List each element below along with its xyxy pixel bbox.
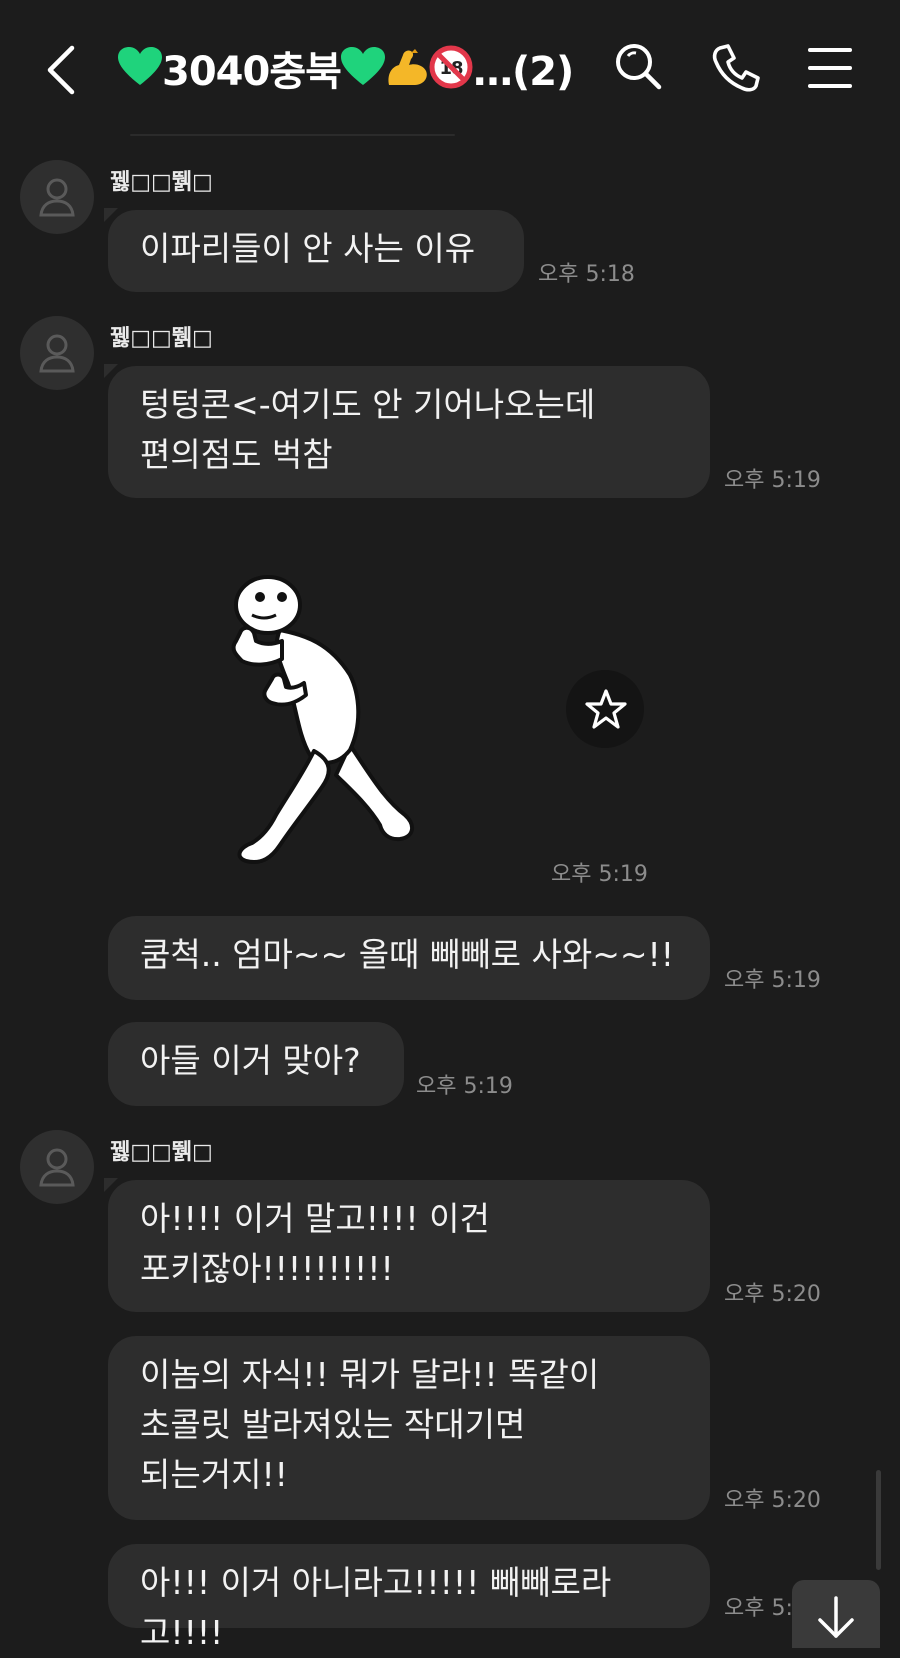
message-time: 오후 5:19 [724, 468, 821, 493]
message-time: 오후 5:19 [724, 968, 821, 993]
message-time: 오후 5: [724, 1596, 793, 1621]
sender-name: 꿿□□뛝□ [110, 326, 213, 351]
avatar[interactable] [20, 316, 94, 390]
message-bubble[interactable]: 아들 이거 맞아? [108, 1022, 404, 1106]
message-bubble[interactable]: 텅텅콘<-여기도 안 기어나오는데 편의점도 벅참 [108, 366, 710, 498]
avatar[interactable] [20, 1130, 94, 1204]
favorite-star-button[interactable] [566, 670, 644, 748]
message-time: 오후 5:19 [416, 1074, 513, 1099]
chat-title[interactable]: 3040충북 18 …(2) [118, 44, 574, 102]
member-count: (2) [511, 49, 574, 95]
search-icon[interactable] [612, 40, 672, 100]
chat-header: 3040충북 18 …(2) [0, 0, 900, 140]
green-heart-icon [118, 46, 162, 102]
message-bubble[interactable]: 이파리들이 안 사는 이유 [108, 210, 524, 292]
no-one-under-eighteen-icon: 18 [429, 45, 473, 104]
title-ellipsis: … [472, 49, 513, 95]
arrow-down-icon [818, 1596, 854, 1638]
message-time: 오후 5:20 [724, 1282, 821, 1307]
message-bubble[interactable]: 이놈의 자식!! 뭐가 달라!! 똑같이 초콜릿 발라져있는 작대기면 되는거지… [108, 1336, 710, 1520]
phone-icon[interactable] [708, 40, 768, 100]
message-time: 오후 5:20 [724, 1488, 821, 1513]
sender-name: 꿿□□뛝□ [110, 1140, 213, 1165]
message-bubble[interactable]: 아!!! 이거 아니라고!!!!! 빼빼로라고!!!! [108, 1544, 710, 1652]
sticker-image[interactable] [210, 575, 440, 885]
sender-name: 꿿□□뛝□ [110, 170, 213, 195]
message-bubble[interactable]: 아!!!! 이거 말고!!!! 이건 포키잖아!!!!!!!!!! [108, 1180, 710, 1312]
menu-icon[interactable] [806, 40, 866, 100]
previous-message-edge [130, 134, 455, 136]
message-time: 오후 5:18 [538, 262, 635, 287]
chat-title-text: 3040충북 [162, 49, 342, 95]
scrollbar[interactable] [876, 1470, 881, 1570]
message-bubble[interactable]: 쿰척.. 엄마~~ 올때 빼빼로 사와~~!! [108, 916, 710, 1000]
flexed-biceps-icon [385, 45, 429, 104]
avatar[interactable] [20, 160, 94, 234]
message-time: 오후 5:19 [551, 862, 648, 887]
scroll-to-bottom-button[interactable] [792, 1580, 880, 1648]
green-heart-icon [340, 46, 385, 102]
back-icon[interactable] [42, 40, 92, 100]
